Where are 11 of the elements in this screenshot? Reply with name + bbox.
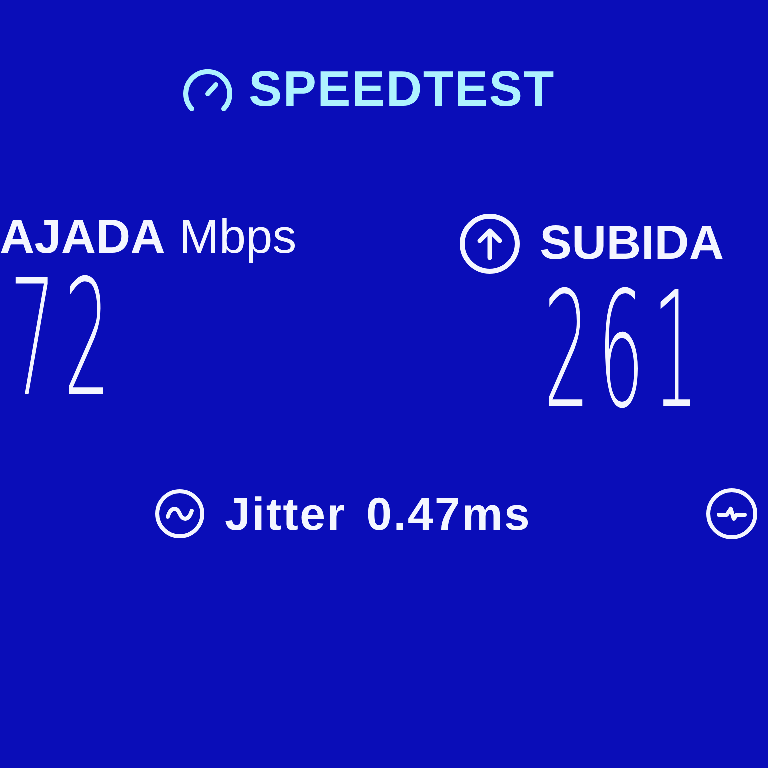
arrow-up-icon: [460, 214, 520, 274]
wave-icon: [155, 489, 205, 539]
result-value: 72: [10, 270, 119, 408]
metric-value: 0.47ms: [366, 491, 532, 537]
result-value: 261: [544, 282, 708, 420]
result-label: SUBIDA: [540, 220, 724, 268]
pulse-icon: [706, 488, 758, 540]
result-label: AJADA: [0, 214, 166, 262]
metric-label: Jitter: [225, 491, 346, 537]
unit-label: Mbps: [179, 214, 297, 262]
logo-text: SPEEDTEST: [248, 64, 556, 114]
